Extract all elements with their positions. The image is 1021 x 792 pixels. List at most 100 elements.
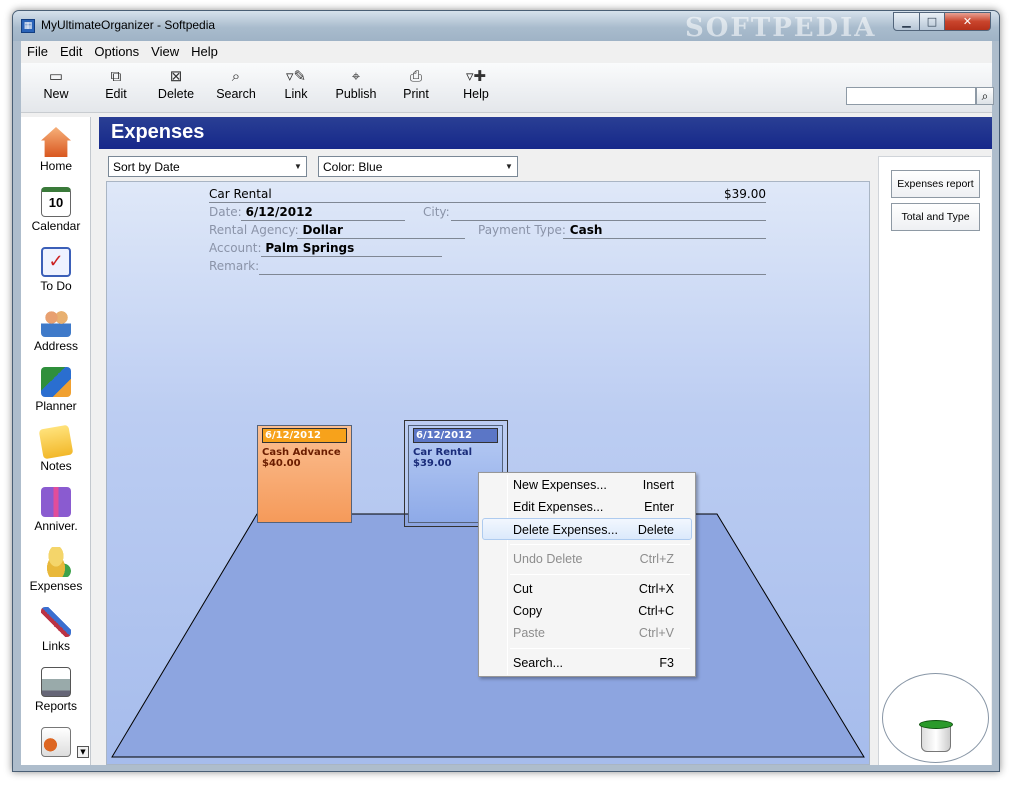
sidebar-label: Home [39,159,72,173]
links-icon [41,607,71,637]
toolbar-publish-button[interactable]: ⌖ Publish [326,65,386,111]
minimize-button[interactable]: ▁ [893,12,920,31]
card-amount: $40.00 [262,458,301,469]
menu-item-label: Edit Expenses... [513,500,604,514]
menu-separator [510,648,690,649]
toolbar-help-label: Help [463,87,489,101]
menu-item-shortcut: Ctrl+X [638,582,674,596]
toolbar-new-label: New [43,87,69,101]
menu-item-shortcut: Ctrl+C [638,604,674,618]
toolbar-link-button[interactable]: ▿✎ Link [266,65,326,111]
sidebar-label: Anniver. [34,519,78,533]
notes-icon [38,424,74,460]
trash-bin[interactable] [882,673,989,763]
home-icon [41,127,71,157]
sidebar-item-calendar[interactable]: 10 Calendar [21,181,91,239]
toolbar-help-button[interactable]: ▿✚ Help [446,65,506,111]
sidebar-item-planner[interactable]: Planner [21,361,91,419]
menu-item-new-expenses[interactable]: New Expenses... Insert [482,474,692,496]
link-icon: ▿✎ [285,68,307,85]
menu-item-label: Cut [513,582,533,596]
app-icon[interactable]: ▦ [21,19,35,33]
menu-item-label: Undo Delete [513,552,583,566]
sidebar-item-links[interactable]: Links [21,601,91,659]
menu-options[interactable]: Options [88,41,145,59]
maximize-button[interactable]: □ [919,12,945,31]
new-icon: ▭ [48,68,64,85]
page-title: Expenses [99,117,992,149]
chevron-down-icon: ▼ [505,162,513,171]
menu-item-delete-expenses[interactable]: Delete Expenses... Delete [482,518,692,540]
total-and-type-button[interactable]: Total and Type [891,203,980,231]
toolbar-publish-label: Publish [335,87,377,101]
sidebar-item-home[interactable]: Home [21,121,91,179]
menu-item-edit-expenses[interactable]: Edit Expenses... Enter [482,496,692,518]
menu-item-search[interactable]: Search... F3 [482,652,692,674]
sidebar-label: Address [33,339,79,353]
menu-item-copy[interactable]: Copy Ctrl+C [482,600,692,622]
todo-icon: ✓ [41,247,71,277]
delete-icon: ⊠ [169,68,183,85]
title-bar[interactable]: ▦ MyUltimateOrganizer - Softpedia SOFTPE… [13,11,999,43]
menu-edit[interactable]: Edit [54,41,88,59]
sidebar-scroll-down-button[interactable]: ▼ [77,746,89,758]
menu-separator [510,574,690,575]
toolbar-search-button[interactable]: ⌕ Search [206,65,266,111]
help-icon: ▿✚ [465,68,487,85]
color-select[interactable]: Color: Blue ▼ [318,156,518,177]
calendar-icon: 10 [41,187,71,217]
sidebar-item-anniversary[interactable]: Anniver. [21,481,91,539]
sidebar-item-notes[interactable]: Notes [21,421,91,479]
menu-bar: File Edit Options View Help [21,41,992,63]
sort-select[interactable]: Sort by Date ▼ [108,156,307,177]
sidebar-label: To Do [40,279,72,293]
color-select-value: Color: Blue [323,160,383,174]
watermark: SOFTPEDIA [685,13,877,43]
toolbar-new-button[interactable]: ▭ New [26,65,86,111]
sidebar-item-address[interactable]: Address [21,301,91,359]
card-date: 6/12/2012 [413,428,498,443]
menu-item-shortcut: Insert [642,478,674,492]
menu-item-label: Search... [513,656,564,670]
printer-icon [41,667,71,697]
menu-help[interactable]: Help [185,41,224,59]
print-icon: ⎙ [409,68,422,85]
menu-item-undo-delete[interactable]: Undo Delete Ctrl+Z [482,548,692,570]
sidebar-label: Expenses [29,579,83,593]
toolbar-link-label: Link [284,87,308,101]
close-button[interactable]: ✕ [944,12,991,31]
expenses-report-button[interactable]: Expenses report [891,170,980,198]
search-input[interactable] [846,87,976,105]
menu-view[interactable]: View [145,41,185,59]
context-menu: New Expenses... Insert Edit Expenses... En… [478,472,696,677]
menu-item-shortcut: Ctrl+Z [639,552,674,566]
toolbar-edit-label: Edit [105,87,127,101]
sidebar-item-reports[interactable]: Reports [21,661,91,719]
menu-item-shortcut: Enter [644,500,674,514]
sidebar-label: Reports [34,699,78,713]
menu-item-cut[interactable]: Cut Ctrl+X [482,578,692,600]
toolbar-print-label: Print [403,87,429,101]
search-go-button[interactable]: ⌕ [976,87,994,105]
menu-file[interactable]: File [21,41,54,59]
sidebar-item-expenses[interactable]: Expenses [21,541,91,599]
menu-item-paste[interactable]: Paste Ctrl+V [482,622,692,644]
sidebar: Home 10 Calendar ✓ To Do Address Planner N… [21,117,91,765]
menu-item-shortcut: F3 [659,656,674,670]
address-icon [41,307,71,337]
chevron-down-icon: ▼ [294,162,302,171]
expense-card[interactable]: 6/12/2012 Cash Advance $40.00 [257,425,352,523]
sidebar-item-password[interactable] [21,721,91,765]
magnifier-icon: ⌕ [981,89,989,103]
menu-item-label: New Expenses... [513,478,607,492]
menu-item-shortcut: Ctrl+V [638,626,674,640]
toolbar-delete-button[interactable]: ⊠ Delete [146,65,206,111]
toolbar-edit-button[interactable]: ⧉ Edit [86,65,146,111]
menu-item-shortcut: Delete [637,523,674,537]
menu-item-label: Copy [513,604,543,618]
menu-separator [510,544,690,545]
coins-icon [41,547,71,577]
menu-item-label: Delete Expenses... [513,523,618,537]
toolbar-print-button[interactable]: ⎙ Print [386,65,446,111]
sidebar-item-todo[interactable]: ✓ To Do [21,241,91,299]
